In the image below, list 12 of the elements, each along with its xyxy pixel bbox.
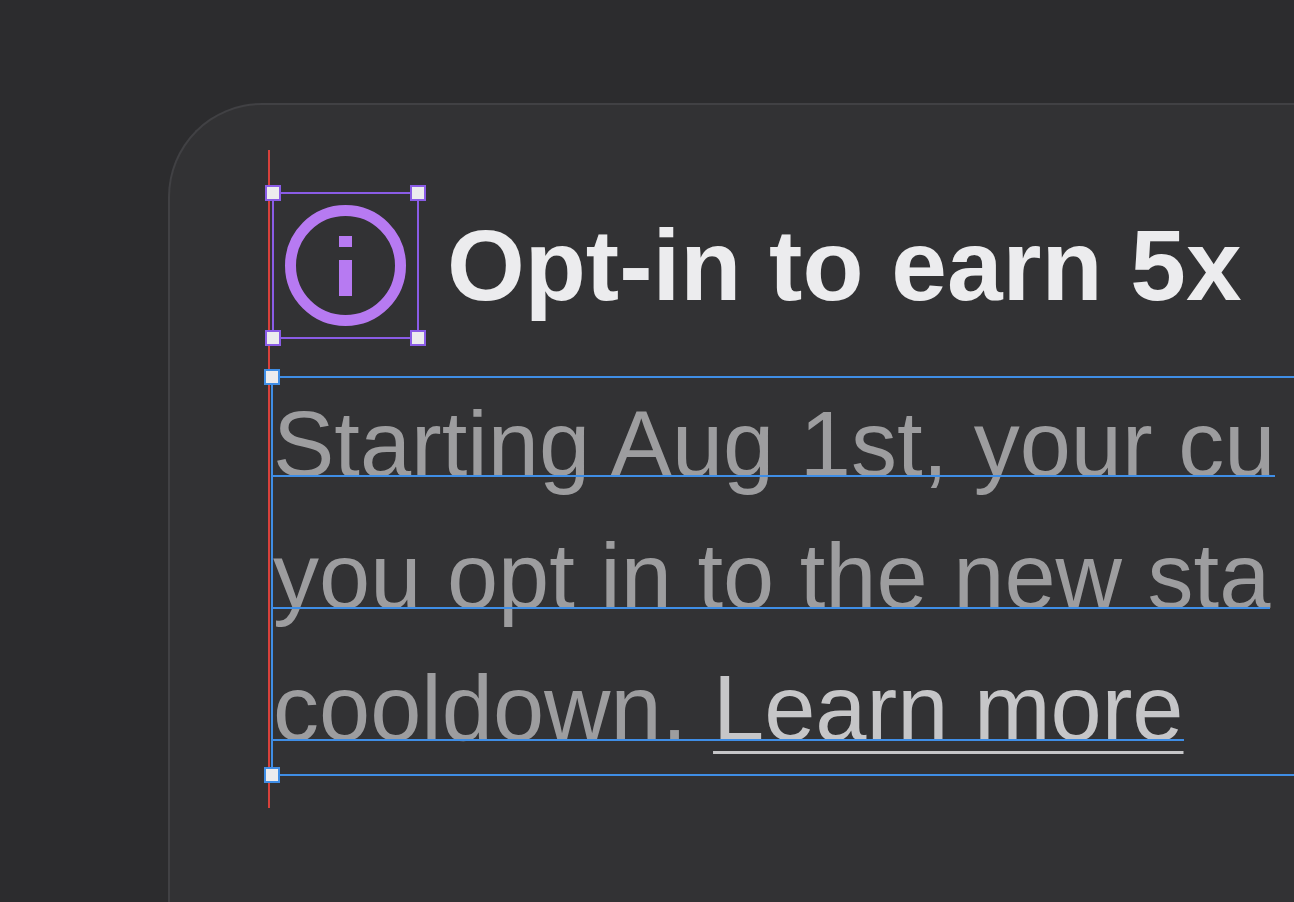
body-text-line: Starting Aug 1st, your cu [273, 392, 1276, 497]
resize-handle[interactable] [265, 330, 281, 346]
resize-handle[interactable] [265, 185, 281, 201]
learn-more-link[interactable]: Learn more [713, 657, 1184, 759]
card-title: Opt-in to earn 5x [447, 208, 1242, 323]
body-text-line: you opt in to the new sta [273, 524, 1271, 629]
resize-handle[interactable] [410, 185, 426, 201]
body-text-line: cooldown. Learn more [273, 656, 1184, 761]
info-icon [285, 205, 406, 326]
resize-handle[interactable] [264, 767, 280, 783]
resize-handle[interactable] [410, 330, 426, 346]
resize-handle[interactable] [264, 369, 280, 385]
